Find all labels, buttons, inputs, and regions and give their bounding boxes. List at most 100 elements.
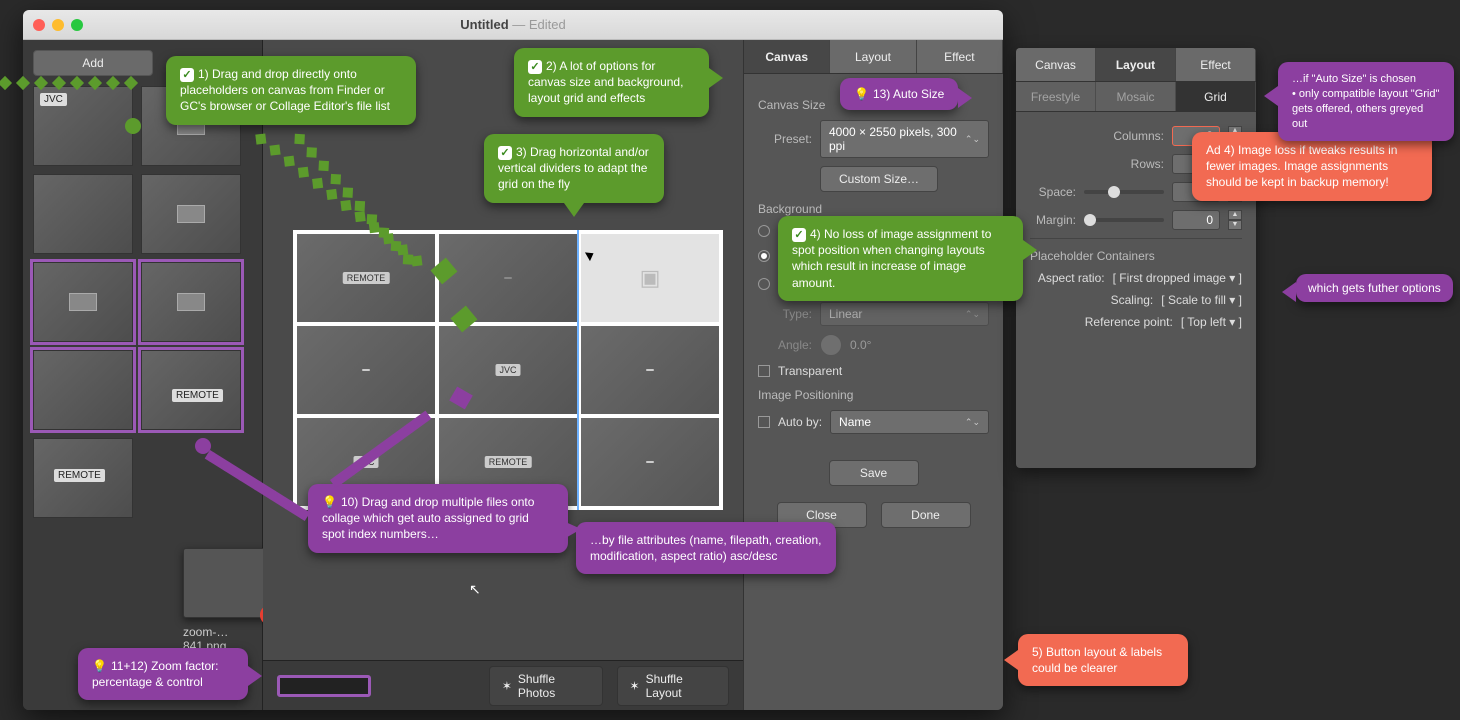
grid-cell[interactable] [581, 418, 719, 506]
section-image-positioning: Image Positioning [758, 388, 989, 402]
callout-note2: which gets futher options [1296, 274, 1453, 302]
chevron-updown-icon: ⌃⌄ [965, 417, 980, 428]
tab-effect[interactable]: Effect [1176, 48, 1256, 81]
transparent-label: Transparent [778, 364, 842, 378]
callout-5: 5) Button layout & labels could be clear… [1018, 634, 1188, 686]
tab-canvas[interactable]: Canvas [1016, 48, 1096, 81]
titlebar: Untitled — Edited [23, 10, 1003, 40]
thumbnail-item[interactable] [33, 174, 133, 254]
tab-layout[interactable]: Layout [830, 40, 916, 73]
gradient-type-dropdown[interactable]: Linear ⌃⌄ [820, 302, 989, 326]
check-icon: ✓ [792, 228, 806, 242]
tab-mosaic[interactable]: Mosaic [1096, 82, 1176, 111]
window-title-text: Untitled [460, 17, 508, 32]
done-button[interactable]: Done [881, 502, 971, 528]
check-icon: ✓ [180, 68, 194, 82]
shuffle-layout-label: Shuffle Layout [646, 672, 716, 700]
trail-start-icon [125, 118, 141, 134]
gradient-type-value: Linear [829, 307, 862, 321]
columns-label: Columns: [1094, 129, 1164, 143]
thumbnail-item[interactable] [33, 350, 133, 430]
check-icon: ✓ [498, 146, 512, 160]
callout-3: ✓3) Drag horizontal and/or vertical divi… [484, 134, 664, 203]
fullscreen-window-icon[interactable] [71, 19, 83, 31]
thumbnail-item[interactable]: JVC [33, 86, 133, 166]
tab-freestyle[interactable]: Freestyle [1016, 82, 1096, 111]
callout-2: ✓2) A lot of options for canvas size and… [514, 48, 709, 117]
inspector-footer: Save [758, 442, 989, 502]
grid-cell-empty[interactable]: ▣ [581, 234, 719, 322]
shuffle-photos-button[interactable]: ✶ Shuffle Photos [489, 666, 603, 706]
shuffle-icon: ✶ [502, 679, 512, 693]
scaling-label: Scaling: [1111, 293, 1154, 307]
window-title: Untitled — Edited [83, 17, 943, 32]
radio-image[interactable] [758, 225, 770, 237]
tab-layout[interactable]: Layout [1096, 48, 1176, 81]
traffic-lights[interactable] [33, 19, 83, 31]
shuffle-icon: ✶ [630, 679, 640, 693]
canvas-toolbar: ✶ Shuffle Photos ✶ Shuffle Layout [263, 660, 743, 710]
thumbnail-item[interactable]: REMOTE [141, 350, 241, 430]
add-button[interactable]: Add [33, 50, 153, 76]
radio-color[interactable] [758, 250, 770, 262]
tab-grid[interactable]: Grid [1176, 82, 1256, 111]
grid-divider[interactable] [577, 230, 579, 510]
auto-by-dropdown[interactable]: Name ⌃⌄ [830, 410, 989, 434]
chevron-updown-icon: ⌃⌄ [965, 309, 980, 320]
thumbnail-item[interactable] [141, 262, 241, 342]
thumbnail-item[interactable] [141, 174, 241, 254]
save-button[interactable]: Save [829, 460, 919, 486]
space-label: Space: [1030, 185, 1076, 199]
callout-ad4: Ad 4) Image loss if tweaks results in fe… [1192, 132, 1432, 201]
inspector2-tabs: Canvas Layout Effect [1016, 48, 1256, 82]
margin-slider[interactable] [1084, 218, 1164, 222]
trail-green [0, 78, 165, 88]
scaling-dropdown[interactable]: [ Scale to fill ▾ ] [1161, 293, 1242, 307]
tab-effect[interactable]: Effect [917, 40, 1003, 73]
bulb-icon: 💡 [322, 495, 337, 509]
margin-label: Margin: [1030, 213, 1076, 227]
cursor-icon: ↖ [469, 581, 481, 598]
grid-cell[interactable] [439, 234, 577, 322]
margin-stepper[interactable]: ▲▼ [1228, 210, 1242, 230]
check-icon: ✓ [528, 60, 542, 74]
minimize-window-icon[interactable] [52, 19, 64, 31]
tab-canvas[interactable]: Canvas [744, 40, 830, 73]
grid-cell[interactable] [297, 326, 435, 414]
bulb-icon: 💡 [92, 659, 107, 673]
preset-label: Preset: [758, 132, 812, 146]
callout-1: ✓1) Drag and drop directly onto placehol… [166, 56, 416, 125]
callout-note1: …if "Auto Size" is chosen • only compati… [1278, 62, 1454, 141]
margin-input[interactable]: 0 [1172, 210, 1220, 230]
grid-cell[interactable]: REMOTE [297, 234, 435, 322]
camera-placeholder-icon: ▣ [640, 265, 661, 291]
angle-value: 0.0° [850, 338, 871, 352]
space-slider[interactable] [1084, 190, 1164, 194]
callout-4: ✓4) No loss of image assignment to spot … [778, 216, 1023, 301]
shuffle-layout-button[interactable]: ✶ Shuffle Layout [617, 666, 729, 706]
checkbox-transparent[interactable] [758, 365, 770, 377]
zoom-input[interactable] [277, 675, 371, 697]
bulb-icon: 💡 [854, 87, 869, 101]
reference-point-dropdown[interactable]: [ Top left ▾ ] [1181, 315, 1242, 329]
auto-by-label: Auto by: [778, 415, 822, 429]
custom-size-button[interactable]: Custom Size… [820, 166, 938, 192]
file-sidebar: Add JVC REMOTE REMOTE 4 zoom-…841.png [23, 40, 263, 710]
callout-10b: …by file attributes (name, filepath, cre… [576, 522, 836, 574]
angle-knob[interactable] [820, 334, 842, 356]
radio-gradient[interactable] [758, 278, 770, 290]
window-edited-indicator: — Edited [512, 17, 565, 32]
thumbnail-list: JVC REMOTE REMOTE [33, 86, 252, 518]
aspect-ratio-label: Aspect ratio: [1038, 271, 1105, 285]
thumbnail-item[interactable] [33, 262, 133, 342]
checkbox-autoby[interactable] [758, 416, 770, 428]
thumbnail-item[interactable]: REMOTE [33, 438, 133, 518]
inspector-layout-panel: Canvas Layout Effect Freestyle Mosaic Gr… [1016, 48, 1256, 468]
close-window-icon[interactable] [33, 19, 45, 31]
inspector-tabs: Canvas Layout Effect [744, 40, 1003, 74]
aspect-ratio-dropdown[interactable]: [ First dropped image ▾ ] [1113, 271, 1242, 285]
shuffle-photos-label: Shuffle Photos [518, 672, 590, 700]
grid-cell[interactable] [581, 326, 719, 414]
preset-dropdown[interactable]: 4000 × 2550 pixels, 300 ppi ⌃⌄ [820, 120, 989, 158]
gradient-type-label: Type: [758, 307, 812, 321]
